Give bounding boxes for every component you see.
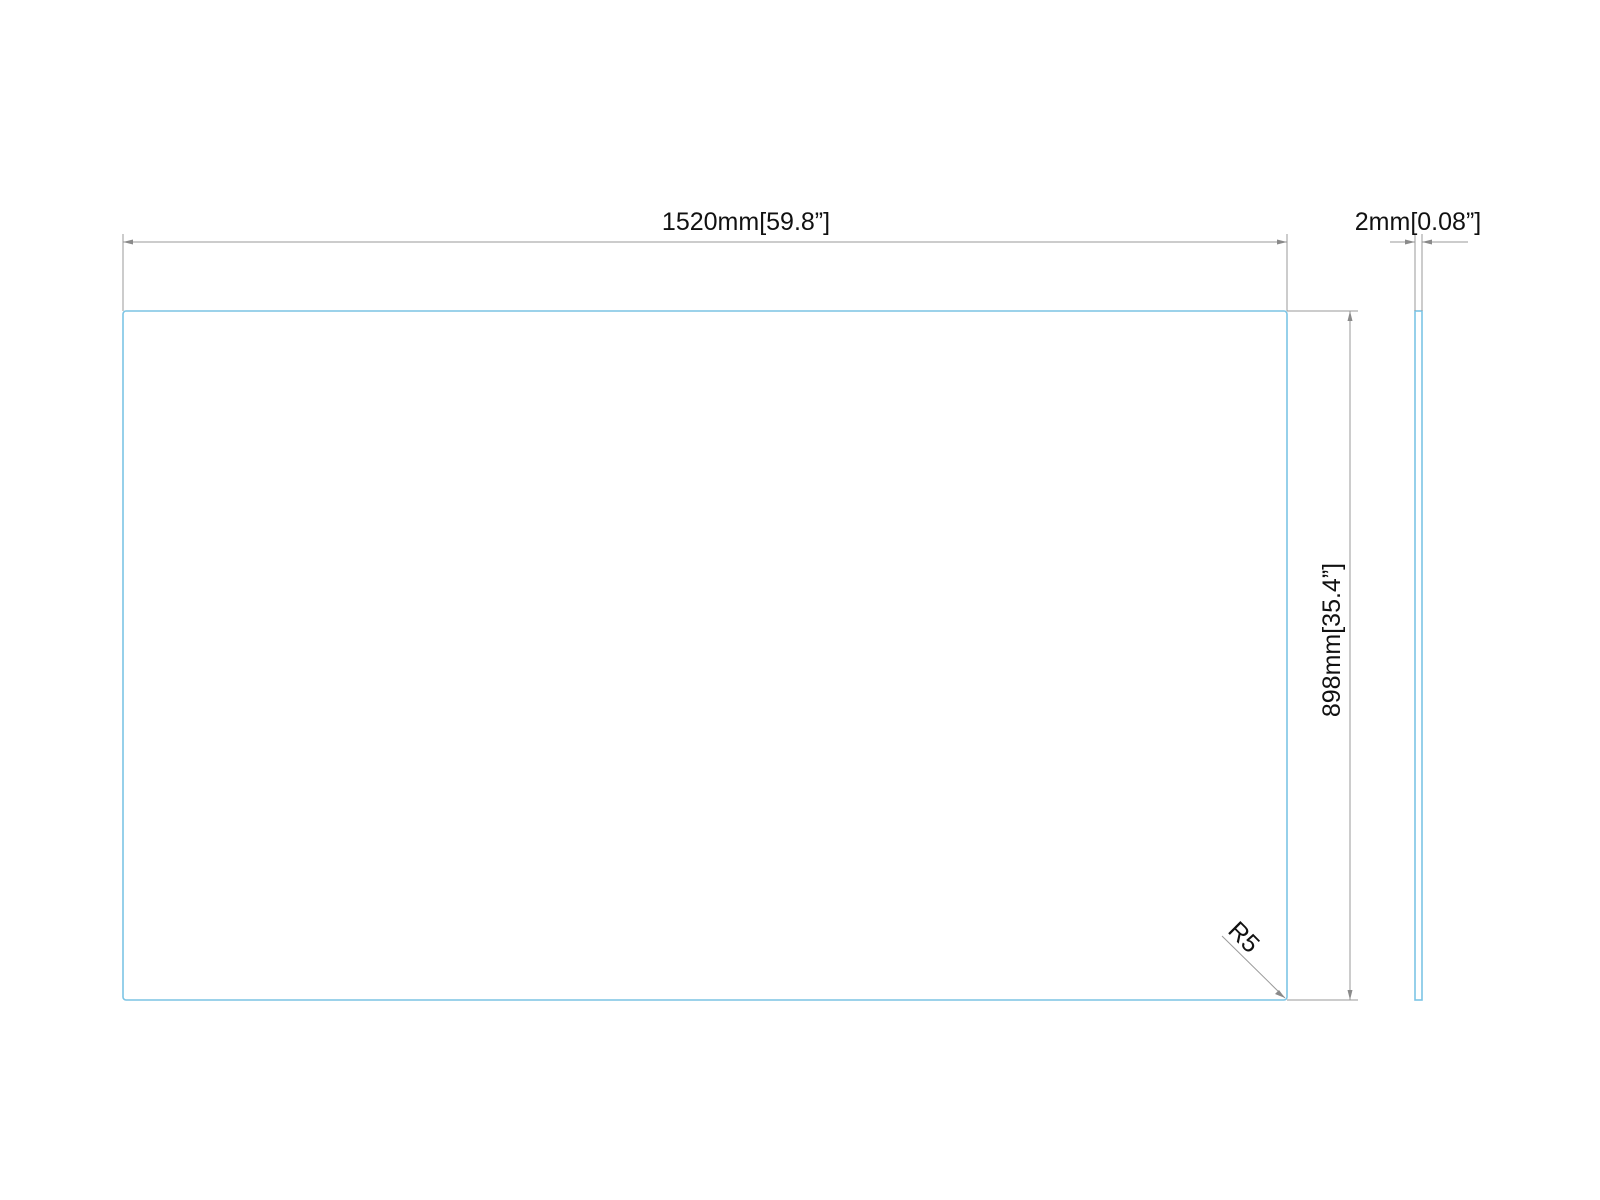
width-dimension: 1520mm[59.8”] <box>122 208 1288 311</box>
corner-radius-callout: R5 <box>1221 916 1286 999</box>
radius-arrow <box>1275 990 1285 998</box>
technical-drawing: 1520mm[59.8”] 898mm[35.4”] 2mm[0.08”] R5 <box>122 208 1481 1001</box>
height-arrow-bottom <box>1347 990 1353 1000</box>
height-label: 898mm[35.4”] <box>1318 563 1346 717</box>
width-label: 1520mm[59.8”] <box>662 208 830 236</box>
height-dimension: 898mm[35.4”] <box>1287 310 1358 1001</box>
thickness-label: 2mm[0.08”] <box>1355 208 1481 236</box>
panel-side-outline <box>1414 310 1423 1001</box>
thickness-arrow-left <box>1405 239 1415 245</box>
radius-label: R5 <box>1222 916 1264 958</box>
thickness-arrow-right <box>1422 239 1432 245</box>
width-arrow-left <box>123 239 133 245</box>
panel-front-outline <box>122 310 1288 1001</box>
width-arrow-right <box>1277 239 1287 245</box>
height-arrow-top <box>1347 311 1353 321</box>
thickness-dimension: 2mm[0.08”] <box>1355 208 1481 311</box>
